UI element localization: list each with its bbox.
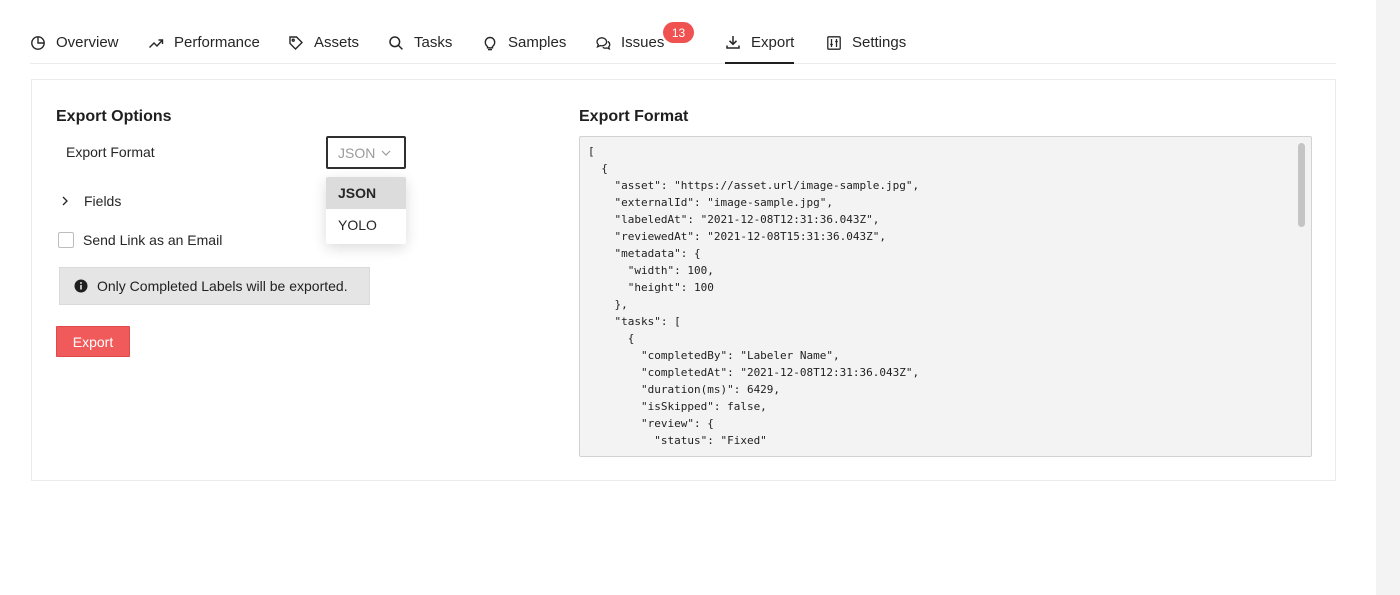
fields-label: Fields xyxy=(84,193,122,209)
select-value: JSON xyxy=(338,144,376,161)
tab-label: Settings xyxy=(852,34,907,51)
sliders-icon xyxy=(827,35,841,50)
tab-label: Issues xyxy=(621,34,665,51)
export-format-select[interactable]: JSON xyxy=(326,136,406,169)
tab-assets[interactable]: Assets xyxy=(288,22,359,63)
send-email-option: Send Link as an Email xyxy=(58,232,222,248)
send-email-label: Send Link as an Email xyxy=(83,232,223,248)
preview-scrollbar[interactable] xyxy=(1298,143,1305,227)
tab-samples[interactable]: Samples xyxy=(482,22,566,63)
export-format-label: Export Format xyxy=(66,144,155,160)
tab-issues[interactable]: Issues xyxy=(595,22,664,63)
export-options-title: Export Options xyxy=(56,108,172,125)
tab-tasks[interactable]: Tasks xyxy=(388,22,452,63)
trend-up-icon xyxy=(149,38,164,48)
lightbulb-icon xyxy=(484,36,496,50)
download-icon xyxy=(726,36,740,49)
export-format-dropdown: JSON YOLO xyxy=(326,177,406,244)
chevron-right-icon xyxy=(62,196,68,206)
json-preview-code: [ { "asset": "https://asset.url/image-sa… xyxy=(588,145,920,447)
chevron-down-icon xyxy=(381,150,391,156)
export-button[interactable]: Export xyxy=(56,326,130,357)
dropdown-option-yolo[interactable]: YOLO xyxy=(326,209,406,241)
tab-overview[interactable]: Overview xyxy=(30,22,119,63)
fields-expander[interactable]: Fields xyxy=(60,193,121,209)
tab-label: Performance xyxy=(174,34,260,51)
export-card: Export Options Export Format JSON JSON Y… xyxy=(31,79,1336,481)
export-format-title: Export Format xyxy=(579,108,689,125)
export-format-preview[interactable]: [ { "asset": "https://asset.url/image-sa… xyxy=(579,136,1312,457)
tab-label: Export xyxy=(751,33,795,51)
dropdown-option-json[interactable]: JSON xyxy=(326,177,406,209)
tab-settings[interactable]: Settings xyxy=(826,22,906,63)
export-notice: Only Completed Labels will be exported. xyxy=(59,267,370,305)
chat-bubbles-icon xyxy=(596,36,611,50)
search-icon xyxy=(389,35,403,50)
page-gutter xyxy=(1376,0,1400,595)
tab-export[interactable]: Export xyxy=(725,22,795,64)
tab-label: Tasks xyxy=(414,34,453,51)
tab-performance[interactable]: Performance xyxy=(148,22,260,63)
tab-label: Samples xyxy=(508,34,567,51)
tab-label: Assets xyxy=(314,34,360,51)
send-email-checkbox[interactable] xyxy=(58,232,74,248)
issues-count-badge: 13 xyxy=(663,22,694,43)
pie-chart-icon xyxy=(31,35,45,50)
tab-label: Overview xyxy=(56,34,119,51)
tag-icon xyxy=(289,35,303,50)
info-icon xyxy=(74,279,88,293)
notice-text: Only Completed Labels will be exported. xyxy=(97,278,348,294)
